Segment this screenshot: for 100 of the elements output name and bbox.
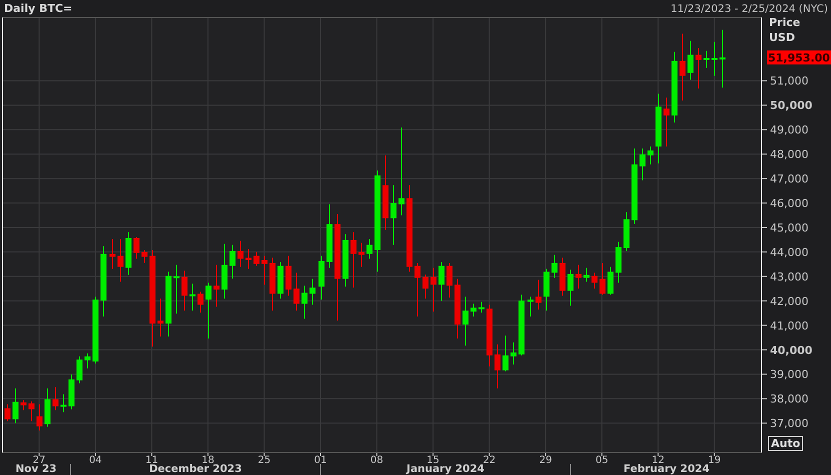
candlestick (704, 50, 710, 69)
candlestick (262, 255, 268, 286)
x-axis-label: 08 (370, 455, 384, 464)
y-axis-label: 39,000 (770, 368, 808, 382)
candlestick (174, 264, 180, 314)
y-axis-label: 46,000 (770, 197, 808, 210)
candlestick (246, 248, 252, 270)
x-axis-label: 25 (258, 455, 271, 464)
candlestick (430, 267, 436, 312)
candlestick (494, 344, 500, 389)
candlestick (76, 356, 82, 384)
candlestick (528, 296, 534, 317)
candlestick (616, 241, 622, 284)
candlestick (478, 301, 484, 314)
candlestick (462, 296, 468, 346)
candlestick (28, 400, 34, 422)
date-range: 11/23/2023 - 2/25/2024 (NYC) (670, 2, 828, 14)
y-axis-label: 42,000 (770, 294, 808, 308)
candlestick (222, 243, 228, 300)
month-label: Nov 23 (15, 464, 57, 475)
candlestick (294, 272, 300, 312)
candlestick (310, 278, 316, 306)
currency-label: USD (769, 31, 795, 44)
last-price-badge: 51,953.00 (767, 50, 831, 64)
candlestick (446, 262, 452, 298)
candlestick (608, 266, 614, 296)
y-axis-label: 37,000 (770, 417, 808, 430)
candlestick (600, 262, 606, 296)
candlestick (624, 212, 630, 252)
candlestick (648, 146, 654, 165)
candlestick (230, 244, 236, 280)
candlestick (12, 388, 18, 424)
candlestick (326, 204, 332, 268)
candlestick (60, 394, 66, 413)
y-axis-label: 49,000 (770, 124, 808, 137)
candlestick (214, 264, 220, 308)
candlestick (158, 298, 164, 338)
candlestick (358, 242, 364, 268)
candlestick (592, 272, 598, 290)
y-axis-label: 48,000 (770, 148, 808, 162)
candlestick (36, 404, 42, 431)
candlestick (366, 238, 372, 260)
candlestick (92, 296, 98, 364)
x-axis-label: 11 (145, 455, 158, 464)
x-axis-label: 29 (539, 455, 552, 464)
candlestick (286, 255, 292, 296)
x-axis-label: 18 (202, 455, 214, 464)
candlestick (438, 261, 444, 302)
candlestick (688, 40, 694, 80)
candlestick (350, 232, 356, 288)
y-axis-label: 50,000 (770, 99, 812, 112)
candlestick (696, 47, 702, 90)
candlestick (568, 269, 574, 306)
candlestick (318, 255, 324, 300)
candlestick (720, 29, 726, 88)
candlestick (390, 184, 396, 246)
candlestick (166, 271, 172, 338)
candlestick (302, 285, 308, 320)
x-axis-label: 27 (32, 455, 46, 464)
x-axis-label: 04 (89, 455, 102, 464)
candlestick (640, 148, 646, 181)
candlestick (536, 279, 542, 310)
candlestick (110, 238, 116, 270)
candlestick (44, 388, 50, 428)
x-axis-label: 15 (426, 455, 440, 464)
candlestick (680, 33, 686, 102)
candlestick (664, 97, 670, 148)
candlestick (518, 294, 524, 356)
month-label: December 2023 (149, 464, 242, 475)
x-axis-label: 22 (482, 455, 496, 464)
candlestick (68, 374, 74, 410)
month-label: January 2024 (406, 464, 484, 475)
candlestick (134, 236, 140, 260)
y-axis-label: 45,000 (770, 221, 808, 234)
candlestick (52, 386, 58, 411)
candlestick (4, 404, 10, 422)
candlestick (270, 257, 276, 312)
candlestick (238, 240, 244, 268)
candlestick (544, 268, 550, 312)
candlestick (470, 303, 476, 317)
chart-title: Daily BTC= (4, 2, 72, 15)
x-axis-label: 12 (652, 455, 664, 464)
candlestick (414, 262, 420, 317)
price-label: Price (769, 17, 800, 29)
candlestick (254, 251, 260, 266)
y-axis-label: 38,000 (770, 392, 808, 406)
candlestick (584, 267, 590, 282)
candlestick (510, 342, 516, 365)
candlestick (142, 249, 148, 264)
auto-scale-button[interactable]: Auto (768, 436, 804, 451)
candlestick (278, 261, 284, 300)
candlestick (656, 93, 662, 164)
candlestick (182, 270, 188, 312)
candlestick (206, 282, 212, 340)
candlestick (454, 278, 460, 340)
y-axis-label: 41,000 (770, 319, 808, 332)
y-axis-label: 47,000 (770, 172, 808, 186)
month-label: February 2024 (623, 464, 710, 475)
candlestick (20, 400, 26, 411)
candlestick (712, 41, 718, 76)
